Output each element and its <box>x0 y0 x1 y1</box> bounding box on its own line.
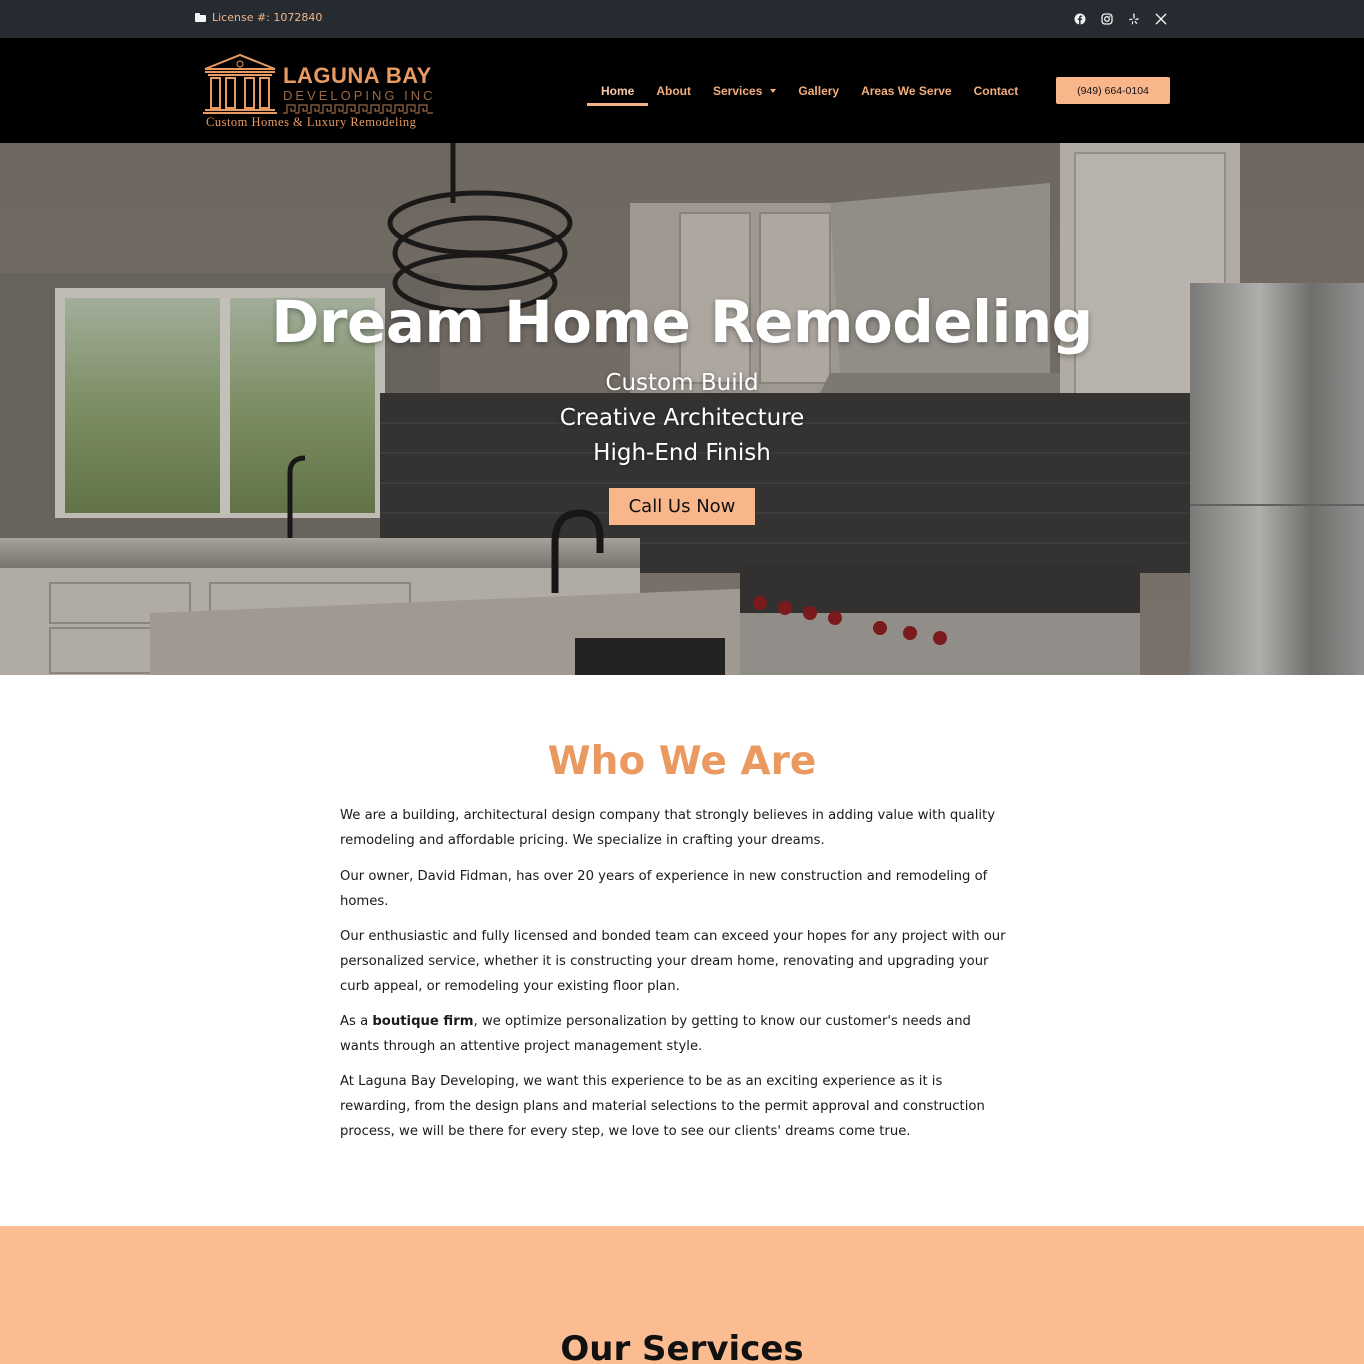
x-icon[interactable] <box>1154 11 1167 26</box>
instagram-icon[interactable] <box>1100 11 1113 26</box>
nav-services[interactable]: Services <box>702 84 787 106</box>
who-we-are-heading: Who We Are <box>547 739 817 784</box>
site-logo[interactable]: LAGUNA BAY DEVELOPING INC Custom Homes &… <box>202 53 434 131</box>
nav-contact-label: Contact <box>973 84 1019 98</box>
who-paragraph-3: Our enthusiastic and fully licensed and … <box>340 929 1006 994</box>
hero-title: Dream Home Remodeling <box>271 288 1093 356</box>
who-paragraph-5: At Laguna Bay Developing, we want this e… <box>340 1074 985 1139</box>
p4-text-before: As a <box>340 1014 373 1029</box>
nav-gallery[interactable]: Gallery <box>787 84 850 106</box>
who-paragraph-1: We are a building, architectural design … <box>340 808 996 848</box>
site-header: LAGUNA BAY DEVELOPING INC Custom Homes &… <box>0 38 1364 143</box>
logo-name: LAGUNA BAY <box>283 63 432 88</box>
nav-about[interactable]: About <box>645 84 702 106</box>
facebook-icon[interactable] <box>1073 11 1086 26</box>
nav-areas-label: Areas We Serve <box>861 84 952 98</box>
call-us-now-button[interactable]: Call Us Now <box>609 488 755 525</box>
chevron-down-icon <box>770 89 777 93</box>
hero-line-creative-architecture: Creative Architecture <box>559 405 805 431</box>
nav-about-label: About <box>656 84 691 98</box>
nav-contact[interactable]: Contact <box>963 84 1030 106</box>
folder-icon <box>195 13 206 22</box>
hero-line-custom-build: Custom Build <box>605 370 759 396</box>
hero-line-high-end-finish: High-End Finish <box>593 440 771 466</box>
temple-logo-icon <box>203 53 277 114</box>
services-section: Our Services <box>0 1226 1364 1364</box>
logo-subtitle: DEVELOPING INC <box>283 88 436 103</box>
nav-areas-we-serve[interactable]: Areas We Serve <box>850 84 963 106</box>
logo-tagline: Custom Homes & Luxury Remodeling <box>206 115 417 129</box>
top-bar: License #: 1072840 <box>0 0 1364 38</box>
license-text: License #: 1072840 <box>212 11 323 24</box>
who-paragraph-2: Our owner, David Fidman, has over 20 yea… <box>340 869 988 909</box>
phone-button[interactable]: (949) 664-0104 <box>1056 77 1170 104</box>
yelp-icon[interactable] <box>1127 11 1140 26</box>
nav-home[interactable]: Home <box>586 84 649 106</box>
nav-gallery-label: Gallery <box>798 84 840 98</box>
boutique-firm-emphasis: boutique firm <box>372 1014 474 1029</box>
nav-home-label: Home <box>601 84 635 98</box>
social-links <box>1073 11 1167 26</box>
license-info: License #: 1072840 <box>195 11 322 24</box>
hero-section: Dream Home Remodeling Custom Build Creat… <box>0 143 1364 675</box>
greek-key-ornament <box>283 104 433 114</box>
nav-services-label: Services <box>713 84 763 98</box>
main-nav: Home About Services Gallery Areas We Ser… <box>586 84 1030 106</box>
who-paragraph-4: As a boutique firm, we optimize personal… <box>340 1010 1010 1060</box>
our-services-heading: Our Services <box>560 1329 804 1364</box>
